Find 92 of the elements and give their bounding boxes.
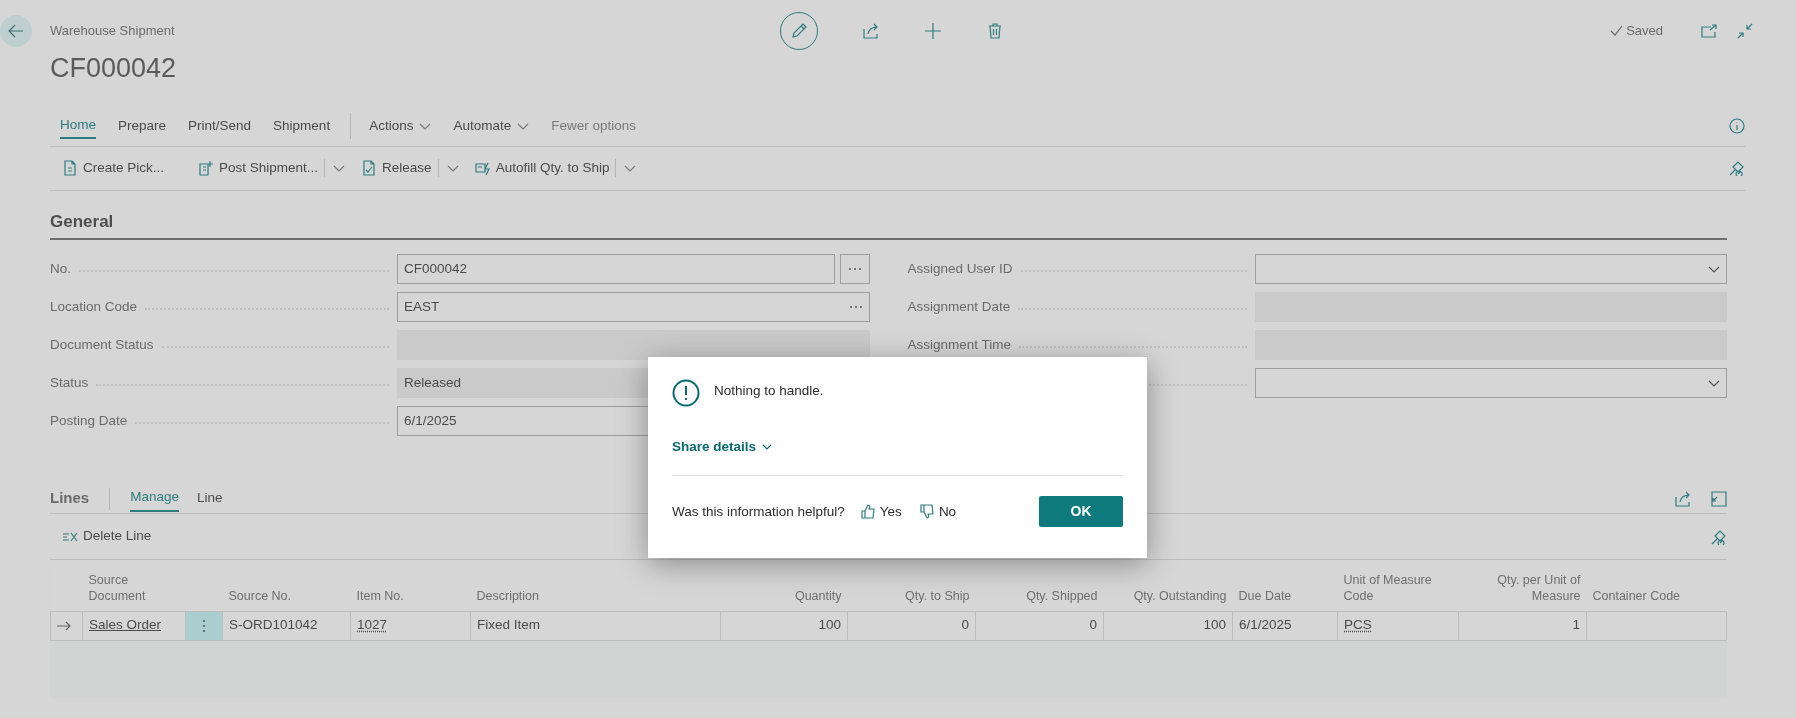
table-cell: S-ORD101042 bbox=[222, 611, 351, 640]
menu-dropdown[interactable]: Automate bbox=[453, 115, 530, 137]
more-icon bbox=[847, 267, 862, 271]
document-icon bbox=[62, 160, 78, 176]
table-cell: PCS bbox=[1344, 617, 1372, 633]
lines-tab[interactable]: Manage bbox=[130, 485, 179, 512]
delete-line-icon bbox=[62, 530, 78, 543]
thumbs-up-icon bbox=[860, 504, 875, 520]
table-cell: Fixed Item bbox=[470, 611, 721, 640]
add-icon[interactable] bbox=[924, 22, 943, 40]
column-header: Description bbox=[470, 568, 721, 611]
field-label: Posting Date bbox=[50, 411, 128, 430]
share-icon[interactable] bbox=[862, 22, 881, 40]
dialog-message: Nothing to handle. bbox=[714, 382, 824, 400]
unpin-icon[interactable] bbox=[1711, 528, 1727, 545]
caret-icon bbox=[762, 444, 773, 451]
field-label: Document Status bbox=[50, 335, 154, 354]
action-button[interactable]: Autofill Qty. to Ship bbox=[462, 157, 610, 179]
share-details-button[interactable]: Share details bbox=[672, 437, 773, 458]
column-header: Item No. bbox=[350, 568, 471, 611]
save-status: Saved bbox=[1626, 22, 1663, 41]
input-field[interactable]: CF000042 bbox=[397, 254, 835, 284]
table-cell: 0 bbox=[847, 611, 976, 640]
caret-icon[interactable] bbox=[446, 164, 459, 172]
caret-icon bbox=[1708, 265, 1720, 273]
menu-tab[interactable]: Shipment bbox=[273, 113, 331, 139]
dropdown-field[interactable] bbox=[1254, 254, 1727, 284]
column-header: Source No. bbox=[222, 568, 351, 611]
collapse-icon[interactable] bbox=[1737, 23, 1753, 39]
menu-dropdown[interactable]: Actions bbox=[369, 115, 432, 137]
column-header: Qty. to Ship bbox=[847, 568, 976, 611]
feedback-question: Was this information helpful? bbox=[672, 502, 845, 521]
menu-tab[interactable]: Home bbox=[60, 112, 96, 140]
open-in-new-window-icon[interactable] bbox=[1701, 24, 1717, 38]
action-button[interactable]: Create Pick... bbox=[50, 157, 187, 179]
field-label: Location Code bbox=[50, 297, 138, 316]
expand-icon[interactable] bbox=[1711, 490, 1727, 507]
page-type-label: Warehouse Shipment bbox=[50, 22, 175, 41]
column-header: Quantity bbox=[720, 568, 848, 611]
current-row-arrow-icon bbox=[57, 620, 71, 631]
action-button[interactable]: Release bbox=[349, 157, 432, 179]
table-cell: 100 bbox=[1103, 611, 1233, 640]
info-icon[interactable] bbox=[1729, 118, 1745, 134]
page-title: CF000042 bbox=[50, 52, 178, 85]
back-button[interactable] bbox=[0, 15, 32, 47]
document-check-icon bbox=[361, 160, 378, 176]
column-header: Qty. Shipped bbox=[975, 568, 1104, 611]
check-icon bbox=[1610, 25, 1624, 37]
section-title: General bbox=[50, 208, 1727, 240]
ok-button[interactable]: OK bbox=[1039, 496, 1123, 528]
share-icon[interactable] bbox=[1675, 490, 1691, 507]
field-label: Assignment Time bbox=[907, 335, 1012, 354]
info-icon bbox=[672, 379, 700, 407]
caret-icon[interactable] bbox=[624, 164, 637, 172]
column-header: Source Document bbox=[82, 568, 186, 611]
caret-icon bbox=[1708, 379, 1720, 387]
column-header: Container Code bbox=[1586, 568, 1727, 611]
table-cell: 1 bbox=[1458, 611, 1587, 640]
more-icon[interactable] bbox=[848, 305, 863, 309]
input-field[interactable]: EAST bbox=[397, 292, 870, 322]
column-header: Unit of Measure Code bbox=[1337, 568, 1459, 611]
table-cell: 100 bbox=[720, 611, 848, 640]
field-label: Status bbox=[50, 373, 89, 392]
thumbs-down-button[interactable]: No bbox=[919, 501, 957, 522]
document-plus-icon bbox=[198, 160, 215, 176]
section-title: Lines bbox=[50, 488, 90, 509]
field-label: No. bbox=[50, 259, 71, 278]
lines-tab[interactable]: Line bbox=[197, 486, 223, 511]
autofill-icon bbox=[474, 160, 491, 176]
caret-icon bbox=[419, 122, 432, 130]
lookup-button[interactable] bbox=[839, 254, 870, 284]
thumbs-down-icon bbox=[919, 504, 934, 520]
dropdown-field[interactable] bbox=[1254, 368, 1727, 398]
back-arrow-icon bbox=[8, 24, 24, 38]
pencil-icon bbox=[790, 22, 809, 40]
table-cell: 6/1/2025 bbox=[1232, 611, 1338, 640]
caret-icon bbox=[517, 122, 530, 130]
field-label: Assigned User ID bbox=[907, 259, 1013, 278]
menu-tab[interactable]: Print/Send bbox=[188, 113, 252, 139]
column-header: Due Date bbox=[1232, 568, 1338, 611]
unpin-icon[interactable] bbox=[1729, 160, 1745, 176]
table-cell: 0 bbox=[975, 611, 1104, 640]
caret-icon[interactable] bbox=[333, 164, 346, 172]
table-cell: 1027 bbox=[357, 617, 388, 633]
action-button[interactable]: Post Shipment... bbox=[186, 157, 319, 179]
column-header: Qty. per Unit of Measure bbox=[1458, 568, 1587, 611]
more-icon bbox=[202, 618, 206, 633]
thumbs-up-button[interactable]: Yes bbox=[860, 501, 902, 522]
field-label: Assignment Date bbox=[907, 297, 1011, 316]
action-button[interactable]: Delete Line bbox=[50, 526, 152, 547]
menu-tab[interactable]: Prepare bbox=[118, 113, 167, 139]
column-header: Qty. Outstanding bbox=[1103, 568, 1233, 611]
